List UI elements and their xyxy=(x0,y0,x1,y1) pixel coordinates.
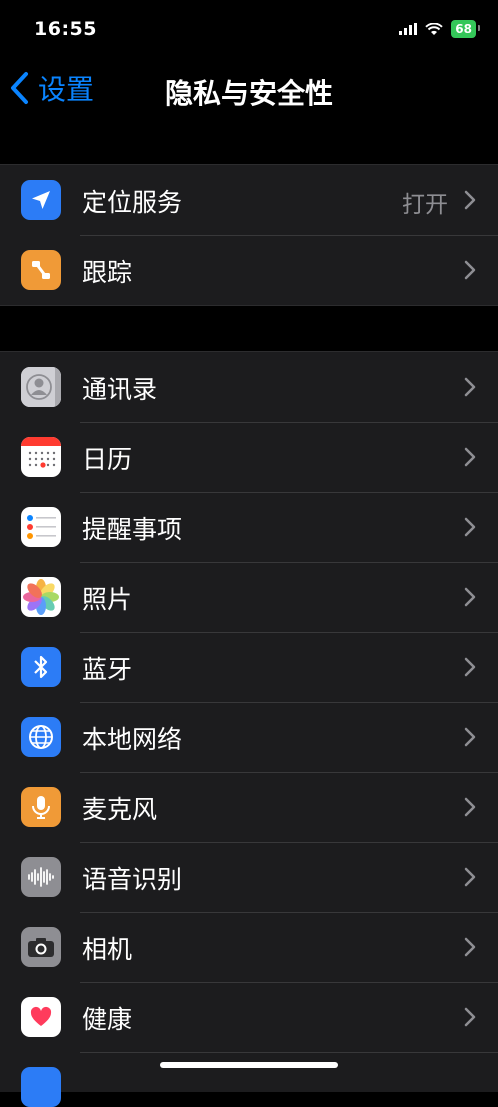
camera-icon xyxy=(21,927,61,967)
battery-level: 68 xyxy=(455,22,472,36)
bluetooth-icon xyxy=(21,647,61,687)
chevron-right-icon xyxy=(464,260,476,280)
cellular-signal-icon xyxy=(399,23,418,35)
row-location-services[interactable]: 定位服务 打开 xyxy=(0,165,498,235)
chevron-right-icon xyxy=(464,447,476,467)
chevron-right-icon xyxy=(464,587,476,607)
chevron-right-icon xyxy=(464,727,476,747)
status-bar: 16:55 68 xyxy=(0,0,498,60)
row-label: 跟踪 xyxy=(82,258,133,287)
chevron-right-icon xyxy=(464,377,476,397)
row-photos[interactable]: 照片 xyxy=(0,562,498,632)
row-label: 定位服务 xyxy=(82,188,183,217)
wifi-icon xyxy=(425,22,443,35)
row-microphone[interactable]: 麦克风 xyxy=(0,772,498,842)
battery-icon: 68 xyxy=(451,20,480,38)
row-reminders[interactable]: 提醒事项 xyxy=(0,492,498,562)
row-label: 语音识别 xyxy=(82,865,183,894)
row-label: 照片 xyxy=(82,585,133,614)
row-label: 本地网络 xyxy=(82,725,183,754)
row-contacts[interactable]: 通讯录 xyxy=(0,352,498,422)
home-indicator[interactable] xyxy=(160,1062,338,1068)
row-value: 打开 xyxy=(402,192,448,218)
row-health[interactable]: 健康 xyxy=(0,982,498,1052)
row-label: 麦克风 xyxy=(82,795,158,824)
row-next-partial[interactable] xyxy=(0,1052,498,1107)
row-label: 健康 xyxy=(82,1005,133,1034)
row-local-network[interactable]: 本地网络 xyxy=(0,702,498,772)
globe-icon xyxy=(21,717,61,757)
chevron-right-icon xyxy=(464,190,476,210)
heart-icon xyxy=(21,997,61,1037)
settings-group-permissions: 通讯录 日历 提醒事项 照片 蓝牙 本地网络 麦克风 语音识别 相机 健康 xyxy=(0,351,498,1107)
settings-group-tracking: 定位服务 打开 跟踪 xyxy=(0,164,498,306)
location-arrow-icon xyxy=(21,180,61,220)
row-speech-recognition[interactable]: 语音识别 xyxy=(0,842,498,912)
chevron-right-icon xyxy=(464,797,476,817)
contacts-icon xyxy=(21,367,61,407)
chevron-right-icon xyxy=(464,867,476,887)
photos-icon xyxy=(21,577,61,617)
row-calendar[interactable]: 日历 xyxy=(0,422,498,492)
reminders-icon xyxy=(21,507,61,547)
status-right: 68 xyxy=(399,20,480,38)
chevron-right-icon xyxy=(464,657,476,677)
app-icon xyxy=(21,1067,61,1107)
row-bluetooth[interactable]: 蓝牙 xyxy=(0,632,498,702)
row-label: 日历 xyxy=(82,445,133,474)
chevron-right-icon xyxy=(464,1007,476,1027)
row-label: 提醒事项 xyxy=(82,515,183,544)
row-label: 相机 xyxy=(82,935,133,964)
status-time: 16:55 xyxy=(34,18,97,40)
navigation-bar: 设置 隐私与安全性 xyxy=(0,60,498,116)
row-camera[interactable]: 相机 xyxy=(0,912,498,982)
row-label: 通讯录 xyxy=(82,375,158,404)
waveform-icon xyxy=(21,857,61,897)
calendar-icon xyxy=(21,437,61,477)
tracking-icon xyxy=(21,250,61,290)
row-tracking[interactable]: 跟踪 xyxy=(0,235,498,305)
page-title: 隐私与安全性 xyxy=(164,77,333,110)
row-label: 蓝牙 xyxy=(82,655,133,684)
chevron-right-icon xyxy=(464,937,476,957)
chevron-right-icon xyxy=(464,517,476,537)
microphone-icon xyxy=(21,787,61,827)
